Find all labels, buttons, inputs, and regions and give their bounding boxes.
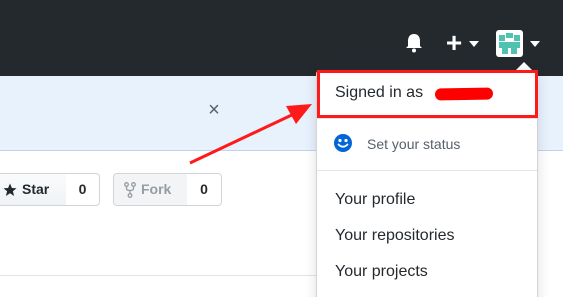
annotation-highlight-box xyxy=(317,70,538,118)
fork-label: Fork xyxy=(141,181,172,197)
star-count[interactable]: 0 xyxy=(66,173,100,206)
user-menu-toggle[interactable] xyxy=(496,30,544,58)
menu-divider xyxy=(317,170,537,171)
create-new-dropdown[interactable]: + xyxy=(443,27,483,58)
fork-icon xyxy=(124,182,136,199)
fork-count[interactable]: 0 xyxy=(187,173,222,206)
close-icon[interactable]: × xyxy=(204,100,224,120)
dropdown-pointer xyxy=(516,62,532,70)
set-status-item[interactable]: Set your status xyxy=(367,136,460,152)
smiley-icon xyxy=(334,134,352,152)
caret-down-icon xyxy=(469,41,479,47)
menu-item-your-repositories[interactable]: Your repositories xyxy=(335,227,454,245)
star-button[interactable]: Star xyxy=(0,173,67,206)
bell-icon[interactable] xyxy=(403,32,425,54)
caret-down-icon xyxy=(530,41,540,47)
content-divider xyxy=(0,275,316,276)
plus-icon: + xyxy=(445,27,463,58)
menu-divider xyxy=(317,118,537,119)
star-icon xyxy=(3,183,17,197)
menu-item-your-projects[interactable]: Your projects xyxy=(335,263,428,281)
fork-button[interactable]: Fork xyxy=(113,173,188,206)
avatar xyxy=(496,30,523,57)
menu-item-your-profile[interactable]: Your profile xyxy=(335,191,415,209)
avatar-icon xyxy=(499,33,520,54)
star-label: Star xyxy=(22,181,50,197)
